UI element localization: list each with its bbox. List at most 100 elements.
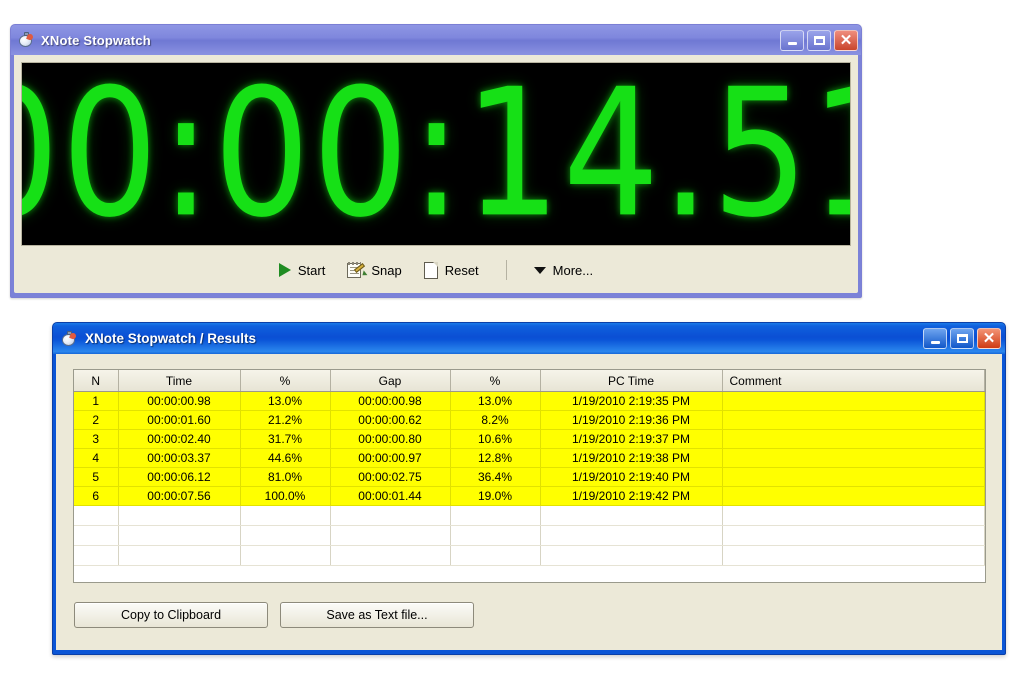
stopwatch-client-area: 00:00:14.51 Start Snap Reset More... [14,55,858,293]
minimize-button[interactable] [780,29,804,51]
stopwatch-toolbar: Start Snap Reset More... [14,247,858,293]
reset-button[interactable]: Reset [413,257,490,284]
cell-n: 6 [74,486,119,506]
stopwatch-display-panel: 00:00:14.51 [21,62,851,246]
results-button-row: Copy to Clipboard Save as Text file... [74,602,474,628]
cell-pc-time: 1/19/2010 2:19:38 PM [540,448,723,468]
cell-pc-time: 1/19/2010 2:19:37 PM [540,429,723,449]
cell-gap: 00:00:00.98 [330,391,451,411]
column-header-time[interactable]: Time [118,370,241,392]
table-row[interactable]: 6 00:00:07.56 100.0% 00:00:01.44 19.0% 1… [74,486,985,506]
table-row[interactable]: 5 00:00:06.12 81.0% 00:00:02.75 36.4% 1/… [74,467,985,487]
cell-comment [722,410,985,430]
cell-time: 00:00:07.56 [118,486,241,506]
column-header-gap[interactable]: Gap [330,370,451,392]
column-header-n[interactable]: N [74,370,119,392]
column-header-comment[interactable]: Comment [722,370,985,392]
column-header-gap-pct[interactable]: % [450,370,541,392]
stopwatch-icon [18,32,35,48]
close-icon: ✕ [839,31,853,49]
cell-pc-time: 1/19/2010 2:19:42 PM [540,486,723,506]
close-button[interactable]: ✕ [834,29,858,51]
cell-n: 1 [74,391,119,411]
minimize-icon [930,340,940,344]
cell-gap-pct: 19.0% [450,486,541,506]
cell-comment [722,391,985,411]
cell-time: 00:00:02.40 [118,429,241,449]
stopwatch-icon [61,330,78,347]
column-header-pct[interactable]: % [240,370,331,392]
copy-to-clipboard-button[interactable]: Copy to Clipboard [74,602,268,628]
elapsed-time-display: 00:00:14.51 [22,62,850,246]
page-icon [423,261,438,279]
cell-pc-time: 1/19/2010 2:19:36 PM [540,410,723,430]
table-row[interactable]: 4 00:00:03.37 44.6% 00:00:00.97 12.8% 1/… [74,448,985,468]
table-row[interactable] [74,545,985,566]
cell-pc-time: 1/19/2010 2:19:40 PM [540,467,723,487]
cell-pct: 44.6% [240,448,331,468]
results-grid[interactable]: N Time % Gap % PC Time Comment 1 00:00:0… [73,369,986,583]
cell-gap: 00:00:01.44 [330,486,451,506]
play-icon [278,263,291,277]
cell-pct: 21.2% [240,410,331,430]
results-table: N Time % Gap % PC Time Comment 1 00:00:0… [74,370,985,566]
start-button-label: Start [297,262,326,278]
stopwatch-window-title: XNote Stopwatch [41,32,151,48]
snapshot-note-icon [347,261,368,279]
cell-comment [722,429,985,449]
snap-button-label: Snap [371,262,402,278]
table-row[interactable]: 1 00:00:00.98 13.0% 00:00:00.98 13.0% 1/… [74,391,985,411]
caret-down-icon [533,266,546,274]
cell-gap-pct: 36.4% [450,467,541,487]
cell-gap: 00:00:02.75 [330,467,451,487]
start-button[interactable]: Start [268,258,336,283]
cell-pct: 13.0% [240,391,331,411]
maximize-button[interactable] [807,29,831,51]
cell-pc-time: 1/19/2010 2:19:35 PM [540,391,723,411]
cell-gap-pct: 13.0% [450,391,541,411]
minimize-icon [787,42,797,45]
maximize-icon [813,35,825,45]
cell-gap-pct: 12.8% [450,448,541,468]
cell-pct: 31.7% [240,429,331,449]
reset-button-label: Reset [444,262,479,278]
table-header-row: N Time % Gap % PC Time Comment [74,370,985,392]
results-window: XNote Stopwatch / Results ✕ N Time % Gap… [52,322,1006,655]
cell-gap: 00:00:00.97 [330,448,451,468]
cell-time: 00:00:03.37 [118,448,241,468]
cell-pct: 100.0% [240,486,331,506]
cell-time: 00:00:00.98 [118,391,241,411]
cell-n: 3 [74,429,119,449]
table-row[interactable] [74,505,985,526]
cell-comment [722,486,985,506]
snap-button[interactable]: Snap [336,257,412,284]
cell-n: 2 [74,410,119,430]
table-row[interactable]: 3 00:00:02.40 31.7% 00:00:00.80 10.6% 1/… [74,429,985,449]
table-row[interactable] [74,525,985,546]
cell-gap: 00:00:00.80 [330,429,451,449]
cell-pct: 81.0% [240,467,331,487]
cell-gap-pct: 10.6% [450,429,541,449]
cell-time: 00:00:01.60 [118,410,241,430]
maximize-icon [956,334,968,343]
close-icon: ✕ [982,330,996,347]
stopwatch-titlebar[interactable]: XNote Stopwatch ✕ [11,25,861,55]
minimize-button[interactable] [923,328,947,349]
cell-comment [722,467,985,487]
maximize-button[interactable] [950,328,974,349]
results-titlebar-buttons: ✕ [923,328,1001,349]
cell-comment [722,448,985,468]
results-titlebar[interactable]: XNote Stopwatch / Results ✕ [53,323,1005,354]
cell-gap-pct: 8.2% [450,410,541,430]
close-button[interactable]: ✕ [977,328,1001,349]
stopwatch-titlebar-buttons: ✕ [780,29,858,51]
column-header-pc-time[interactable]: PC Time [540,370,723,392]
save-as-text-file-button[interactable]: Save as Text file... [280,602,474,628]
table-row[interactable]: 2 00:00:01.60 21.2% 00:00:00.62 8.2% 1/1… [74,410,985,430]
cell-n: 4 [74,448,119,468]
results-client-area: N Time % Gap % PC Time Comment 1 00:00:0… [56,354,1002,650]
results-window-title: XNote Stopwatch / Results [85,331,257,346]
toolbar-separator [505,260,507,280]
more-button[interactable]: More... [523,258,604,283]
cell-time: 00:00:06.12 [118,467,241,487]
